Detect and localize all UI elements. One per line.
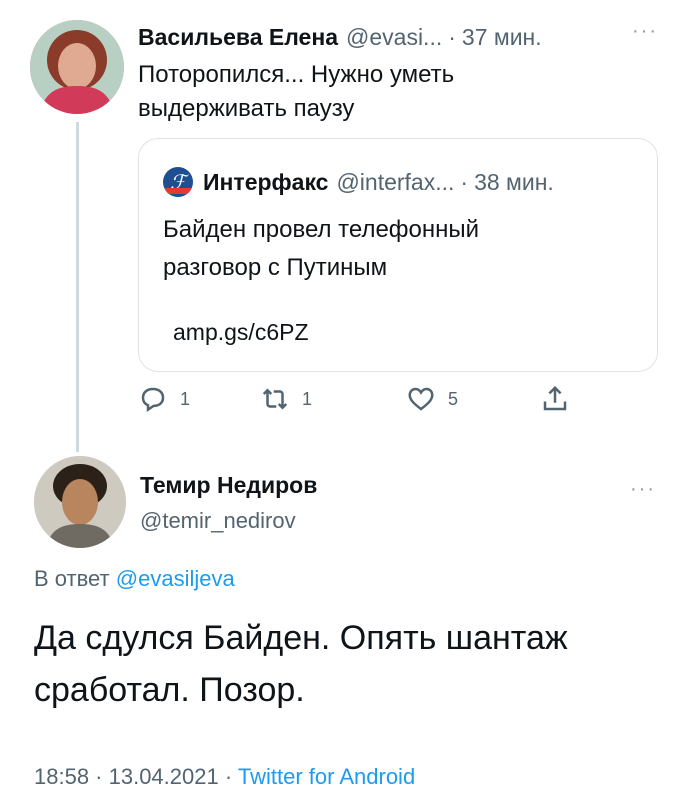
more-icon[interactable]: ··· bbox=[630, 478, 656, 501]
avatar-vasilyeva-image bbox=[30, 20, 124, 114]
share-button[interactable] bbox=[540, 384, 570, 414]
retweet-icon bbox=[262, 388, 288, 410]
replying-to-label: В ответ bbox=[34, 566, 110, 591]
tweet-text-line: выдерживать паузу bbox=[138, 95, 355, 122]
reply-text-line: сработал. Позор. bbox=[34, 671, 305, 709]
quoted-tweet[interactable]: ℱ Интерфакс @interfax... · 38 мин. Байде… bbox=[138, 138, 658, 372]
reply-author-name[interactable]: Темир Недиров bbox=[140, 472, 317, 499]
share-icon bbox=[543, 385, 567, 411]
tweet-client[interactable]: Twitter for Android bbox=[238, 764, 415, 789]
avatar-vasilyeva[interactable] bbox=[30, 20, 124, 114]
quoted-text-line: разговор с Путиным bbox=[163, 254, 388, 281]
avatar-nedirov-image bbox=[34, 456, 126, 548]
tweet-text: Поторопился... Нужно уметь выдерживать п… bbox=[138, 58, 658, 126]
like-count: 5 bbox=[448, 388, 459, 409]
reply-text: Да сдулся Байден. Опять шантаж сработал.… bbox=[34, 612, 674, 716]
more-icon[interactable]: ··· bbox=[632, 20, 658, 43]
quoted-text-line: Байден провел телефонный bbox=[163, 216, 480, 243]
tweet-text-line: Поторопился... Нужно уметь bbox=[138, 61, 455, 88]
quoted-author-handle: @interfax... bbox=[336, 168, 455, 195]
reply-text-line: Да сдулся Байден. Опять шантаж bbox=[34, 619, 568, 657]
tweet-timestamp[interactable]: 18:58 · 13.04.2021 · bbox=[34, 764, 232, 789]
tweet-actions: 1 1 5 bbox=[138, 384, 658, 420]
heart-icon bbox=[408, 387, 434, 411]
author-name[interactable]: Васильева Елена bbox=[138, 24, 338, 51]
quoted-tweet-link[interactable]: amp.gs/c6PZ bbox=[173, 319, 309, 346]
retweet-button[interactable]: 1 bbox=[260, 384, 312, 414]
avatar-nedirov[interactable] bbox=[34, 456, 126, 548]
quoted-tweet-header: ℱ Интерфакс @interfax... · 38 мин. bbox=[163, 167, 554, 197]
thread-connector-line bbox=[76, 122, 79, 452]
reply-button[interactable]: 1 bbox=[138, 384, 190, 414]
tweet-header: Васильева Елена @evasi... · 37 мин. ··· bbox=[138, 20, 658, 54]
quoted-tweet-text: Байден провел телефонный разговор с Пути… bbox=[163, 211, 633, 287]
replying-to-mention[interactable]: @evasiljeva bbox=[116, 566, 235, 591]
like-button[interactable]: 5 bbox=[406, 384, 458, 414]
interfax-logo-icon: ℱ bbox=[163, 167, 193, 197]
quoted-author-name: Интерфакс bbox=[203, 168, 329, 195]
retweet-count: 1 bbox=[302, 388, 313, 409]
replying-to: В ответ @evasiljeva bbox=[34, 566, 235, 592]
reply-author-handle[interactable]: @temir_nedirov bbox=[140, 508, 296, 534]
tweet-meta: 18:58 · 13.04.2021 · Twitter for Android bbox=[34, 764, 415, 790]
tweet-time[interactable]: 37 мин. bbox=[462, 24, 542, 51]
separator-dot: · bbox=[448, 23, 456, 50]
separator-dot: · bbox=[460, 168, 469, 195]
reply-icon bbox=[141, 387, 165, 412]
quoted-tweet-time: 38 мин. bbox=[474, 168, 554, 195]
author-handle[interactable]: @evasi... bbox=[346, 24, 442, 51]
reply-count: 1 bbox=[180, 388, 191, 409]
